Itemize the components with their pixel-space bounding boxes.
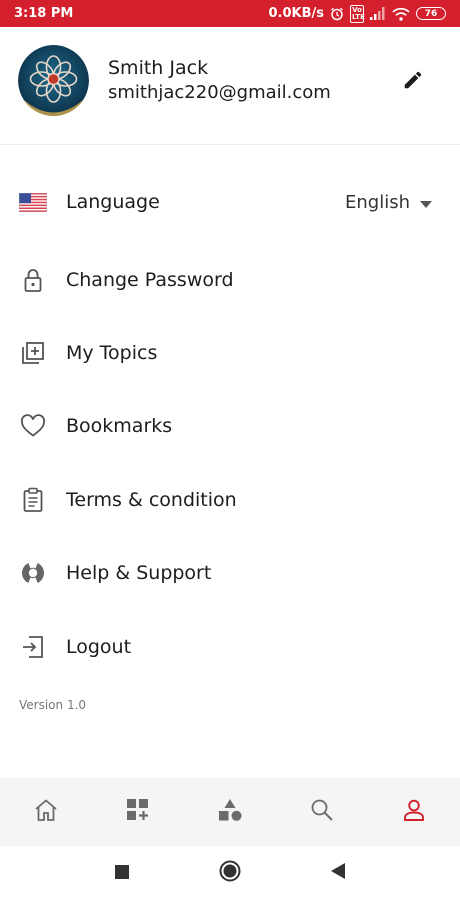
status-bar: 3:18 PM 0.0KB/s Vo LTE 76 xyxy=(0,0,460,27)
logout-icon xyxy=(18,632,48,662)
menu-item-label: My Topics xyxy=(66,342,158,364)
menu-item-language[interactable]: Language English xyxy=(0,174,460,230)
profile-icon xyxy=(402,798,426,826)
search-icon xyxy=(310,798,334,826)
nav-categories[interactable] xyxy=(200,782,260,842)
clipboard-icon xyxy=(18,485,48,515)
battery-indicator: 76 xyxy=(416,7,446,20)
language-dropdown[interactable]: English xyxy=(345,192,432,213)
alarm-icon xyxy=(330,7,344,21)
recent-apps-button[interactable] xyxy=(107,858,137,888)
nav-topics[interactable] xyxy=(108,782,168,842)
heart-icon xyxy=(18,411,48,441)
home-circle-icon xyxy=(219,860,241,886)
lifebuoy-icon xyxy=(18,558,48,588)
menu-item-bookmarks[interactable]: Bookmarks xyxy=(0,398,460,454)
nav-home[interactable] xyxy=(16,782,76,842)
menu-item-label: Bookmarks xyxy=(66,415,173,437)
bottom-navigation xyxy=(0,778,460,846)
profile-name: Smith Jack xyxy=(108,57,209,79)
system-navigation xyxy=(0,846,460,900)
avatar[interactable] xyxy=(18,45,89,116)
recent-apps-icon xyxy=(115,864,129,883)
wifi-icon xyxy=(392,7,410,21)
profile-header: Smith Jack smithjac220@gmail.com xyxy=(0,27,460,145)
menu-item-label: Change Password xyxy=(66,269,234,291)
back-button[interactable] xyxy=(323,858,353,888)
edit-profile-button[interactable] xyxy=(398,67,428,97)
menu-item-help-support[interactable]: Help & Support xyxy=(0,545,460,601)
menu-item-label: Language xyxy=(66,191,160,213)
pencil-icon xyxy=(402,69,424,95)
app-version: Version 1.0 xyxy=(19,698,87,712)
menu-item-label: Logout xyxy=(66,636,132,658)
home-icon xyxy=(33,797,59,827)
status-indicators: 0.0KB/s Vo LTE 76 xyxy=(268,4,446,23)
profile-email: smithjac220@gmail.com xyxy=(108,82,331,103)
shapes-icon xyxy=(217,797,243,827)
back-icon xyxy=(331,863,345,883)
network-speed: 0.0KB/s xyxy=(268,6,325,21)
language-selected-value: English xyxy=(345,191,410,213)
status-time: 3:18 PM xyxy=(14,6,74,21)
us-flag-icon xyxy=(18,187,48,217)
nav-profile[interactable] xyxy=(384,782,444,842)
lock-icon xyxy=(18,265,48,295)
menu-item-my-topics[interactable]: My Topics xyxy=(0,325,460,381)
menu-item-change-password[interactable]: Change Password xyxy=(0,252,460,308)
nav-search[interactable] xyxy=(292,782,352,842)
home-button[interactable] xyxy=(215,858,245,888)
dropdown-arrow-icon xyxy=(420,192,432,213)
volte-badge: Vo LTE xyxy=(350,4,365,23)
menu-item-label: Help & Support xyxy=(66,562,212,584)
library-add-icon xyxy=(18,338,48,368)
signal-icon xyxy=(370,7,386,20)
menu-item-logout[interactable]: Logout xyxy=(0,619,460,675)
menu-item-terms[interactable]: Terms & condition xyxy=(0,472,460,528)
menu-item-label: Terms & condition xyxy=(66,489,237,511)
add-grid-icon xyxy=(126,798,150,826)
